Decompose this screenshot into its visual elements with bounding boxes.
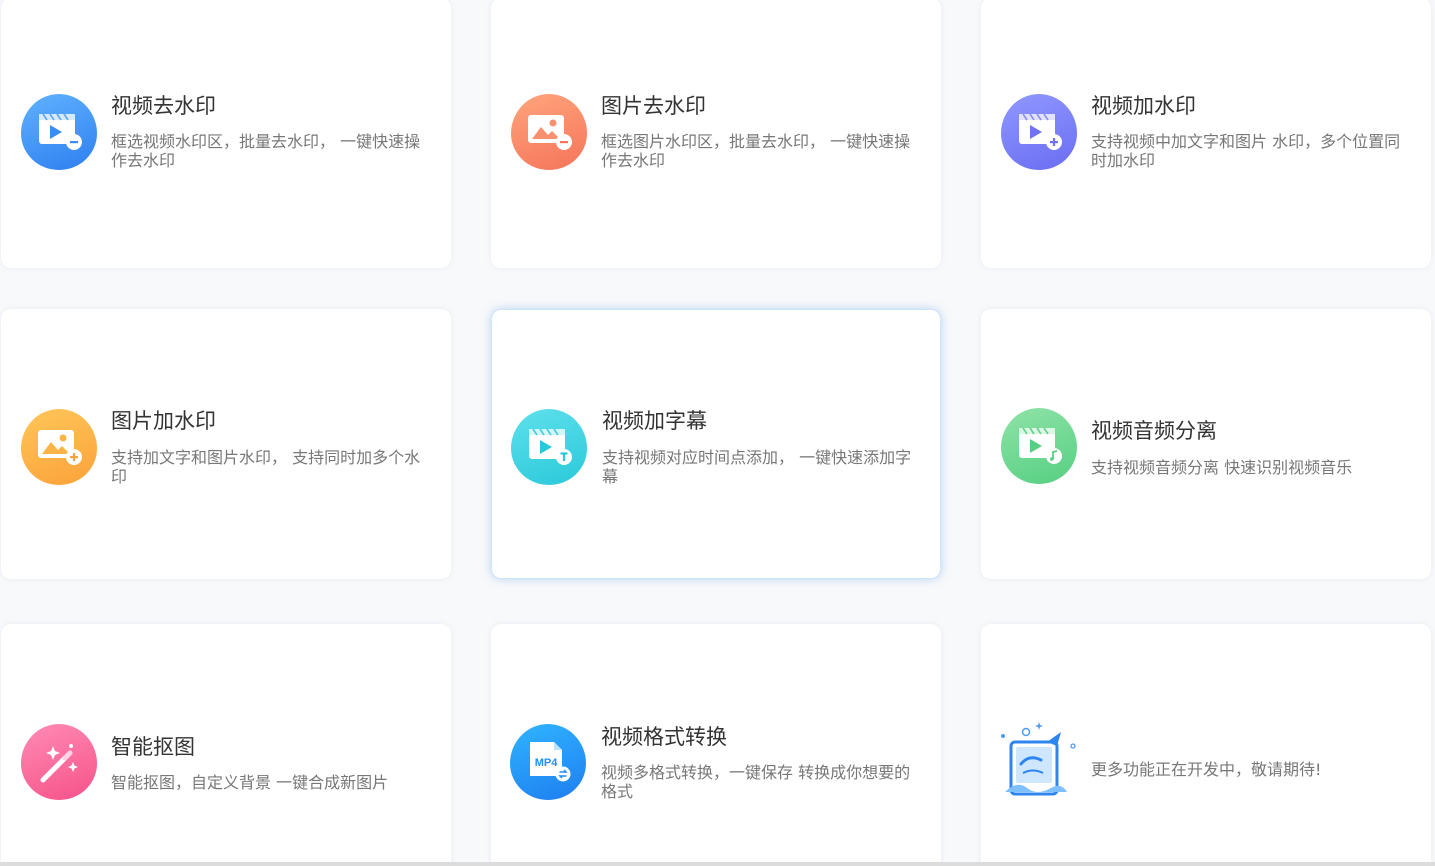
card-video-format-convert[interactable]: MP4 视频格式转换 视频多格式转换，一键保存 转换成你想要的格式	[491, 624, 941, 866]
card-title: 视频加水印	[1091, 94, 1196, 118]
card-coming-soon: 更多功能正在开发中，敬请期待!	[981, 624, 1431, 866]
video-add-subtitle-icon	[511, 409, 587, 485]
card-title: 视频格式转换	[601, 725, 727, 749]
card-description: 框选视频水印区，批量去水印， 一键快速操作去水印	[111, 132, 421, 170]
feature-grid: 视频去水印 框选视频水印区，批量去水印， 一键快速操作去水印 图片去水印 框选图…	[0, 0, 1435, 866]
coming-soon-illustration-icon	[997, 720, 1081, 802]
card-description: 支持视频中加文字和图片 水印，多个位置同时加水印	[1091, 132, 1401, 170]
image-add-watermark-icon	[21, 409, 97, 485]
magic-wand-icon	[21, 724, 97, 800]
coming-soon-text: 更多功能正在开发中，敬请期待!	[1091, 760, 1322, 779]
card-title: 图片去水印	[601, 94, 706, 118]
image-remove-watermark-icon	[511, 94, 587, 170]
card-description: 视频多格式转换，一键保存 转换成你想要的格式	[601, 763, 911, 801]
video-remove-watermark-icon	[21, 94, 97, 170]
card-video-add-watermark[interactable]: 视频加水印 支持视频中加文字和图片 水印，多个位置同时加水印	[981, 0, 1431, 268]
video-add-watermark-icon	[1001, 94, 1077, 170]
card-description: 支持加文字和图片水印， 支持同时加多个水印	[111, 448, 421, 486]
card-video-remove-watermark[interactable]: 视频去水印 框选视频水印区，批量去水印， 一键快速操作去水印	[1, 0, 451, 268]
mp4-convert-icon: MP4	[510, 724, 586, 800]
card-description: 框选图片水印区，批量去水印， 一键快速操作去水印	[601, 132, 911, 170]
card-title: 图片加水印	[111, 409, 216, 433]
card-description: 支持视频音频分离 快速识别视频音乐	[1091, 458, 1353, 477]
bottom-divider	[0, 862, 1435, 866]
card-description: 支持视频对应时间点添加， 一键快速添加字幕	[602, 448, 912, 486]
card-title: 视频加字幕	[602, 409, 707, 433]
card-image-add-watermark[interactable]: 图片加水印 支持加文字和图片水印， 支持同时加多个水印	[1, 309, 451, 579]
card-video-add-subtitle[interactable]: 视频加字幕 支持视频对应时间点添加， 一键快速添加字幕	[491, 309, 941, 579]
card-description: 智能抠图，自定义背景 一键合成新图片	[111, 773, 389, 792]
card-video-audio-separate[interactable]: 视频音频分离 支持视频音频分离 快速识别视频音乐	[981, 309, 1431, 579]
card-image-remove-watermark[interactable]: 图片去水印 框选图片水印区，批量去水印， 一键快速操作去水印	[491, 0, 941, 268]
card-title: 视频音频分离	[1091, 419, 1217, 443]
card-title: 智能抠图	[111, 735, 195, 759]
card-smart-cutout[interactable]: 智能抠图 智能抠图，自定义背景 一键合成新图片	[1, 624, 451, 866]
mp4-label: MP4	[535, 757, 559, 769]
card-title: 视频去水印	[111, 94, 216, 118]
video-audio-separate-icon	[1001, 408, 1077, 484]
